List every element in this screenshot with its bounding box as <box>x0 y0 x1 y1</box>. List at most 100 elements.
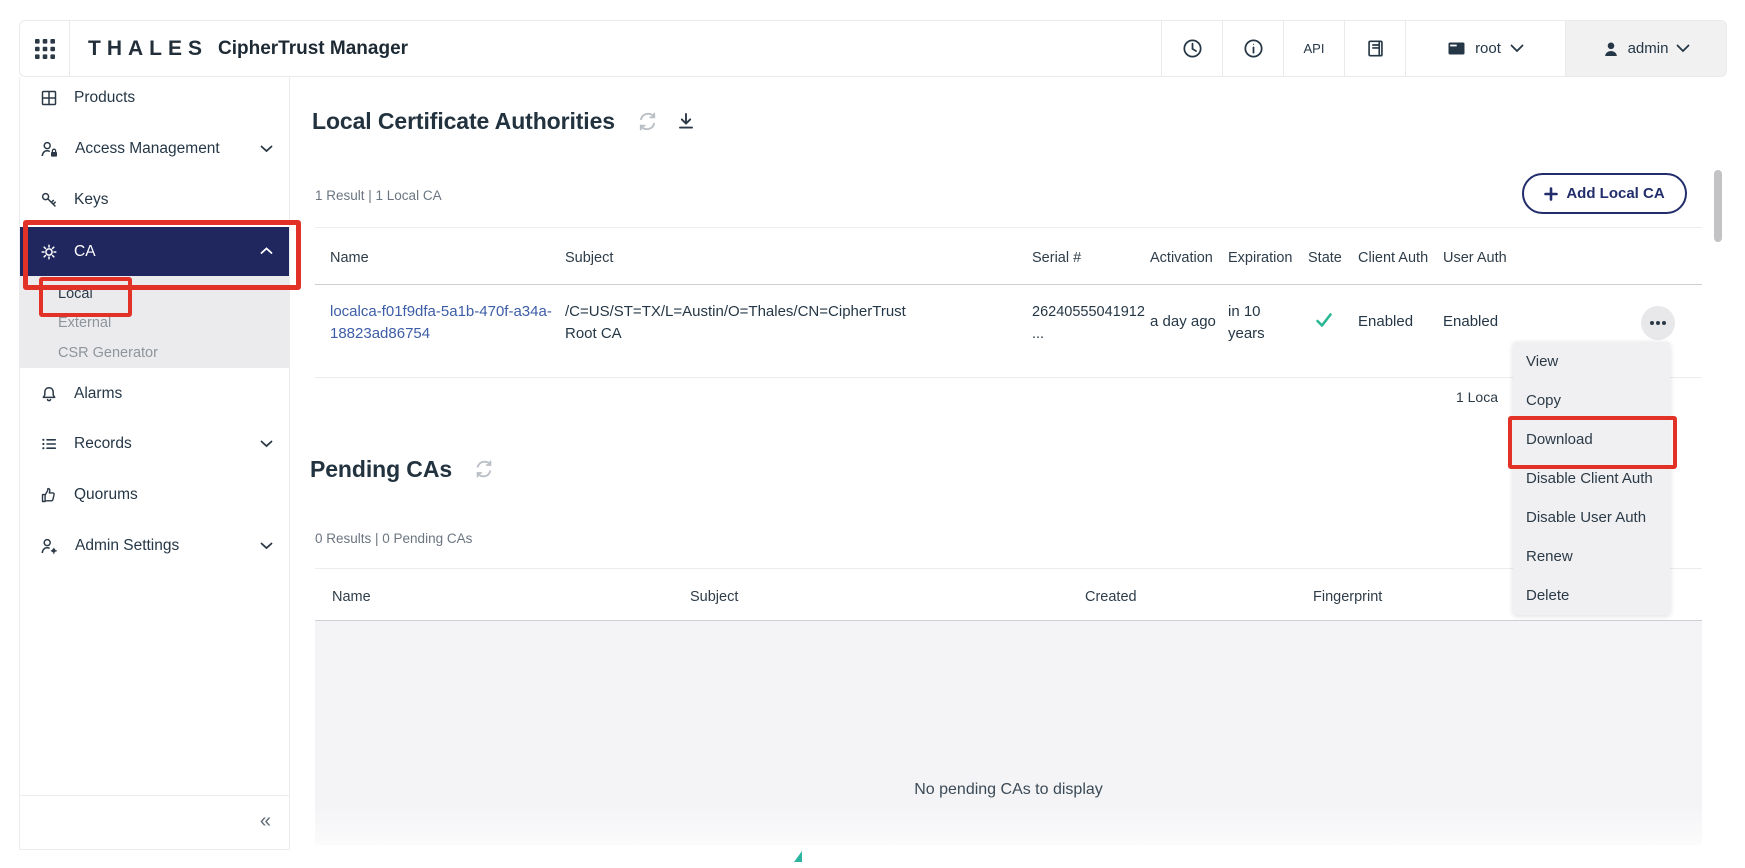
user-gear-icon <box>40 537 59 556</box>
pending-column-header-created[interactable]: Created <box>1085 588 1137 606</box>
subitem-label: External <box>58 315 111 331</box>
menu-item-renew[interactable]: Renew <box>1513 537 1670 576</box>
sidebar-item-quorums[interactable]: Quorums <box>20 480 289 510</box>
sidebar-item-records[interactable]: Records <box>20 429 289 459</box>
api-label: API <box>1304 41 1325 56</box>
subitem-label: CSR Generator <box>58 345 158 361</box>
sidebar-item-label: Keys <box>74 191 108 209</box>
results-summary: 1 Result | 1 Local CA <box>315 188 442 203</box>
sidebar-item-label: Admin Settings <box>75 537 179 555</box>
row-actions-button[interactable] <box>1641 306 1675 340</box>
menu-item-disable-client-auth[interactable]: Disable Client Auth <box>1513 459 1670 498</box>
domain-label: root <box>1475 40 1501 57</box>
pending-column-header-subject[interactable]: Subject <box>690 588 738 606</box>
ca-serial: 26240555041912 ... <box>1032 301 1156 345</box>
column-header-name[interactable]: Name <box>330 249 369 267</box>
list-icon <box>40 435 58 453</box>
ca-submenu: Local External CSR Generator <box>20 276 289 368</box>
chevron-down-icon <box>260 440 273 448</box>
subitem-label: Local <box>58 286 93 302</box>
download-icon[interactable] <box>676 111 696 131</box>
menu-item-disable-user-auth[interactable]: Disable User Auth <box>1513 498 1670 537</box>
sidebar: Products Access Management <box>19 77 290 850</box>
sidebar-item-keys[interactable]: Keys <box>20 185 289 215</box>
sidebar-item-label: Records <box>74 435 132 453</box>
sidebar-item-products[interactable]: Products <box>20 83 289 113</box>
column-header-expiration[interactable]: Expiration <box>1228 249 1292 267</box>
ca-name-link[interactable]: localca-f01f9dfa-5a1b-470f-a34a-18823ad8… <box>330 301 558 345</box>
app-grid-icon <box>35 39 55 59</box>
products-grid-icon <box>40 89 58 107</box>
ellipsis-icon <box>1649 320 1667 326</box>
book-icon <box>1365 38 1386 59</box>
column-header-client-auth[interactable]: Client Auth <box>1358 249 1428 267</box>
ca-activation: a day ago <box>1150 313 1216 330</box>
gear-icon <box>40 243 58 261</box>
user-label: admin <box>1628 40 1669 57</box>
clock-icon <box>1182 38 1203 59</box>
scrollbar-thumb[interactable] <box>1714 170 1722 242</box>
user-auth-status: Enabled <box>1443 313 1498 330</box>
column-header-serial[interactable]: Serial # <box>1032 249 1081 267</box>
key-icon <box>40 191 58 209</box>
window-icon <box>1447 39 1466 58</box>
person-icon <box>1602 40 1620 58</box>
refresh-icon[interactable] <box>474 459 494 479</box>
app-canvas: THALES CipherTrust Manager API <box>0 0 1745 868</box>
sidebar-item-alarms[interactable]: Alarms <box>20 379 289 409</box>
corner-artifact <box>786 851 802 862</box>
header-divider <box>315 284 1702 285</box>
column-header-subject[interactable]: Subject <box>565 249 613 267</box>
refresh-icon[interactable] <box>637 111 658 132</box>
product-name: CipherTrust Manager <box>218 38 408 60</box>
app-launcher-button[interactable] <box>20 21 70 76</box>
sidebar-item-admin-settings[interactable]: Admin Settings <box>20 531 289 561</box>
thumbs-up-icon <box>40 486 58 504</box>
info-icon <box>1243 38 1264 59</box>
docs-button[interactable] <box>1344 21 1405 76</box>
chevron-down-icon <box>260 145 273 153</box>
column-header-user-auth[interactable]: User Auth <box>1443 249 1507 267</box>
menu-item-download[interactable]: Download <box>1513 420 1670 459</box>
add-local-ca-button[interactable]: Add Local CA <box>1522 173 1687 214</box>
divider <box>315 568 1702 569</box>
pending-column-header-name[interactable]: Name <box>332 588 371 606</box>
brand-logo: THALES CipherTrust Manager <box>70 21 408 76</box>
domain-switcher[interactable]: root <box>1405 21 1565 76</box>
time-button[interactable] <box>1161 21 1222 76</box>
chevron-up-icon <box>260 247 273 255</box>
sidebar-item-access-management[interactable]: Access Management <box>20 134 289 164</box>
sidebar-item-label: Alarms <box>74 385 122 403</box>
menu-item-copy[interactable]: Copy <box>1513 381 1670 420</box>
top-bar: THALES CipherTrust Manager API <box>19 20 1727 77</box>
ca-expiration: in 10 years <box>1228 301 1283 345</box>
sidebar-subitem-local[interactable]: Local <box>20 279 289 308</box>
sidebar-collapse-button[interactable]: « <box>256 806 275 837</box>
row-divider <box>315 377 1702 378</box>
pending-column-header-fingerprint[interactable]: Fingerprint <box>1313 588 1382 606</box>
menu-item-view[interactable]: View <box>1513 342 1670 381</box>
info-button[interactable] <box>1222 21 1283 76</box>
plus-icon <box>1544 187 1558 201</box>
client-auth-status: Enabled <box>1358 313 1413 330</box>
sidebar-item-label: Products <box>74 89 135 107</box>
pending-results-summary: 0 Results | 0 Pending CAs <box>315 531 472 546</box>
column-header-activation[interactable]: Activation <box>1150 249 1213 267</box>
sidebar-item-ca[interactable]: CA <box>20 227 289 276</box>
user-lock-icon <box>40 140 59 159</box>
sidebar-subitem-csr-generator[interactable]: CSR Generator <box>20 338 289 367</box>
topbar-spacer <box>408 21 1161 76</box>
api-button[interactable]: API <box>1283 21 1344 76</box>
column-header-state[interactable]: State <box>1308 249 1342 267</box>
menu-item-delete[interactable]: Delete <box>1513 576 1670 615</box>
chevron-down-icon <box>1676 44 1690 53</box>
sidebar-subitem-external[interactable]: External <box>20 308 289 337</box>
chevron-down-icon <box>1510 44 1524 53</box>
page-title: Local Certificate Authorities <box>312 108 615 135</box>
thales-wordmark: THALES <box>88 37 208 61</box>
add-local-ca-label: Add Local CA <box>1566 185 1664 202</box>
user-menu[interactable]: admin <box>1565 21 1726 76</box>
ca-subject: /C=US/ST=TX/L=Austin/O=Thales/CN=CipherT… <box>565 301 907 345</box>
row-actions-menu: View Copy Download Disable Client Auth D… <box>1513 342 1670 615</box>
sidebar-item-label: CA <box>74 243 96 261</box>
